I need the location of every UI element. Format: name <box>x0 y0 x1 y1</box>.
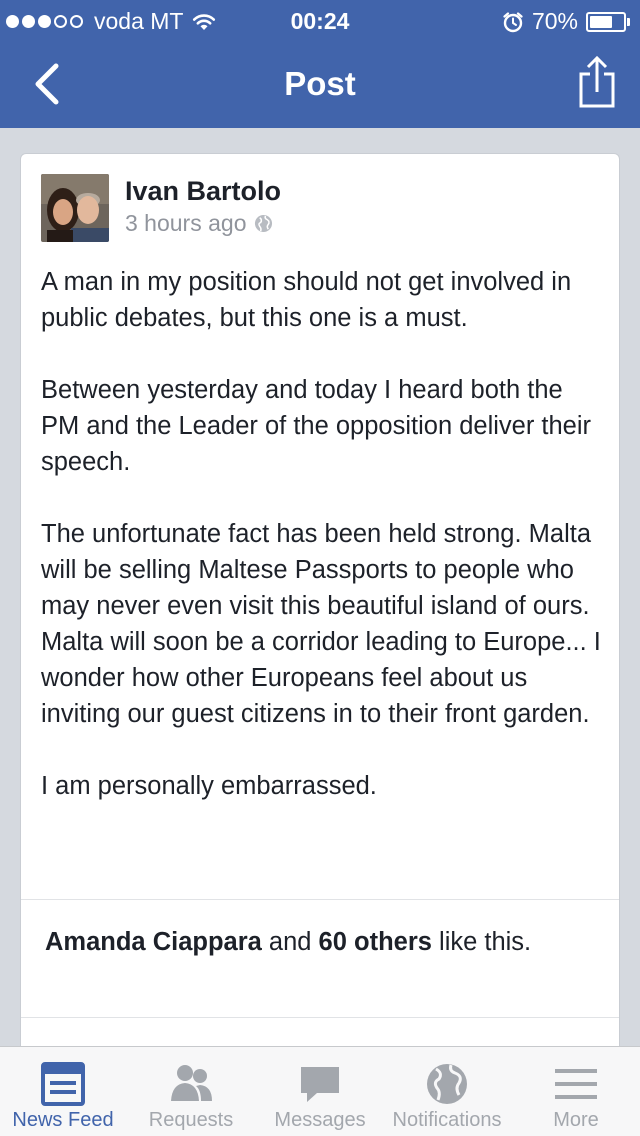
post-timestamp[interactable]: 3 hours ago <box>125 210 246 237</box>
tab-requests[interactable]: Requests <box>128 1047 254 1136</box>
share-button[interactable] <box>572 54 622 110</box>
post-paragraph: A man in my position should not get invo… <box>41 268 572 332</box>
post-author[interactable]: Ivan Bartolo <box>125 176 281 207</box>
likes-summary[interactable]: Amanda Ciappara and 60 others like this. <box>45 926 575 958</box>
likes-and: and <box>268 928 312 956</box>
tab-notifications[interactable]: Notifications <box>384 1047 510 1136</box>
page-title: Post <box>284 65 356 102</box>
top-bar: voda MT 00:24 70% Post <box>0 0 640 128</box>
requests-icon <box>171 1065 212 1101</box>
tab-label: Messages <box>274 1109 366 1131</box>
status-bar: voda MT 00:24 70% <box>0 0 640 40</box>
divider <box>21 899 619 900</box>
battery-icon <box>586 11 630 32</box>
tab-more[interactable]: More <box>512 1047 640 1136</box>
news-feed-icon <box>41 1062 85 1106</box>
status-right: 70% <box>502 8 630 35</box>
post-paragraph: The unfortunate fact has been held stron… <box>41 520 601 728</box>
post-body: A man in my position should not get invo… <box>41 264 601 804</box>
divider <box>21 1017 619 1018</box>
tab-messages[interactable]: Messages <box>256 1047 384 1136</box>
post-card: Ivan Bartolo 3 hours ago A man in my pos… <box>20 153 620 1136</box>
alarm-icon <box>503 11 523 32</box>
tab-bar: News Feed Requests Messages Notification… <box>0 1046 640 1136</box>
globe-icon <box>255 214 273 233</box>
avatar[interactable] <box>41 174 109 242</box>
liker-name[interactable]: Amanda Ciappara <box>45 928 262 956</box>
post-paragraph: Between yesterday and today I heard both… <box>41 376 592 476</box>
post-meta: 3 hours ago <box>125 210 273 237</box>
tab-news-feed[interactable]: News Feed <box>0 1047 126 1136</box>
tab-label: Notifications <box>392 1109 502 1131</box>
battery-fill <box>590 15 613 28</box>
tab-label: More <box>553 1109 599 1131</box>
navigation-bar: Post <box>0 40 640 128</box>
likes-suffix: like this. <box>439 928 532 956</box>
post-paragraph: I am personally embarrassed. <box>41 772 377 800</box>
menu-icon <box>555 1069 597 1099</box>
tab-label: Requests <box>148 1109 234 1131</box>
likes-others[interactable]: 60 others <box>319 928 432 956</box>
globe-icon <box>427 1064 467 1104</box>
profile-photo <box>41 174 109 242</box>
battery-percent: 70% <box>531 8 578 34</box>
tab-label: News Feed <box>12 1109 114 1131</box>
messages-icon <box>301 1067 339 1102</box>
share-icon <box>579 55 615 108</box>
